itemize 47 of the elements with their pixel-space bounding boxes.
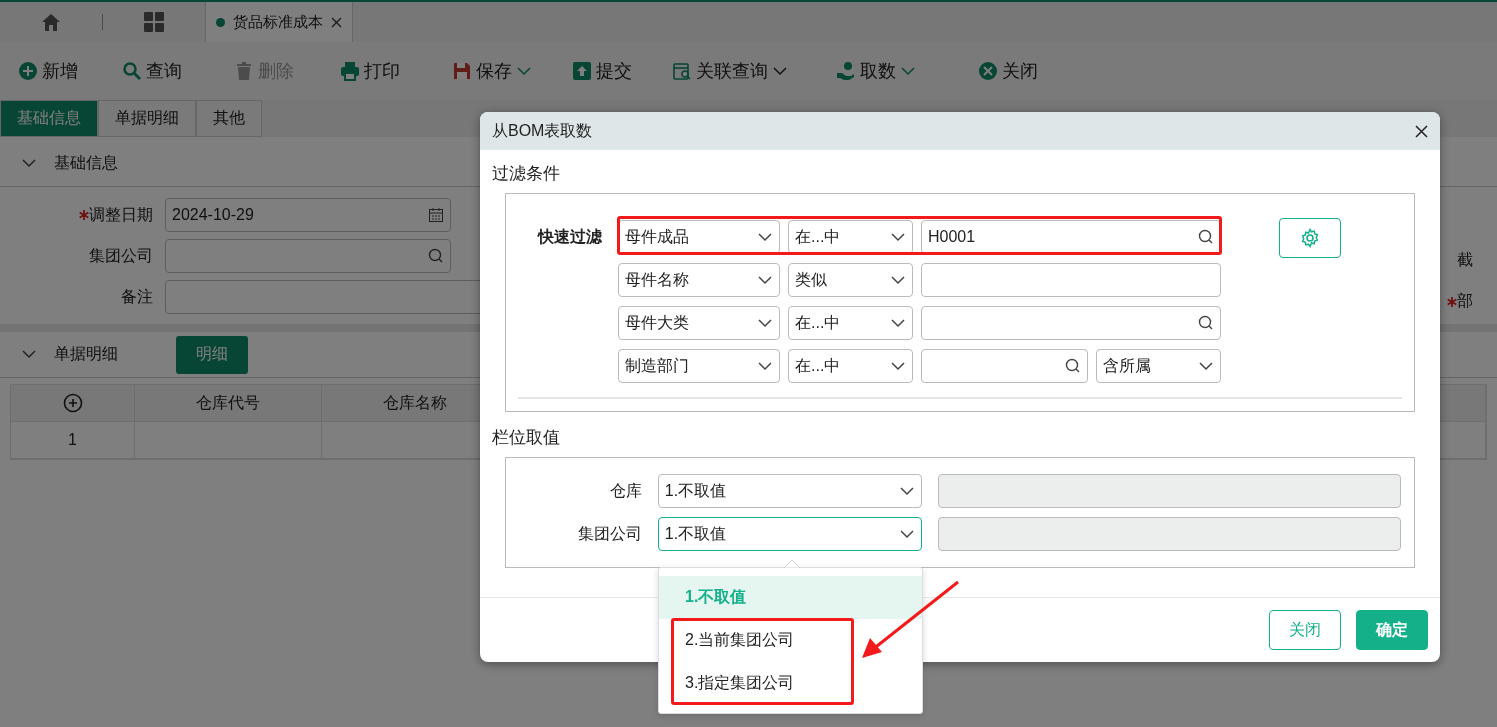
select-field[interactable]: 在...中 (788, 220, 913, 254)
section-title: 栏位取值 (491, 427, 561, 449)
field-label: 集团公司 (88, 245, 153, 266)
menu-item[interactable]: 3.指定集团公司 (659, 662, 922, 705)
field-label: 部 (1447, 291, 1487, 312)
close-button[interactable]: 关闭 (1269, 610, 1341, 650)
date-field[interactable]: 2024-10-29 (165, 198, 451, 232)
select-field[interactable]: 制造部门 (618, 349, 780, 383)
toolbar-button[interactable]: 取数 (836, 59, 916, 83)
toolbar-button[interactable]: 关闭 (978, 59, 1038, 83)
toolbar-button[interactable]: 查询 (122, 59, 182, 83)
column-header: 仓库代号 (135, 385, 322, 421)
toolbar-button[interactable]: 关联查询 (672, 59, 788, 83)
select-field[interactable]: 在...中 (788, 349, 913, 383)
field-label: 仓库 (608, 480, 642, 501)
select-field[interactable]: 类似 (788, 263, 913, 297)
select-field[interactable]: 1.不取值 (657, 474, 922, 508)
tab-label: 货品标准成本 (233, 12, 323, 32)
detail-button[interactable]: 明细 (176, 335, 248, 374)
filter-label: 快速过滤 (536, 226, 603, 247)
select-field[interactable]: 1.不取值 (657, 517, 922, 551)
input-field[interactable]: H0001 (921, 220, 1221, 254)
toolbar-button[interactable]: 保存 (452, 59, 532, 83)
confirm-button[interactable]: 确定 (1356, 610, 1428, 650)
field-label: 调整日期 (0, 204, 153, 226)
section-title: 单据明细 (54, 344, 119, 364)
toolbar-button[interactable]: 新增 (18, 59, 78, 83)
field-label: 截 (1457, 250, 1474, 270)
field-label: 集团公司 (576, 523, 642, 544)
field-label: 备注 (120, 286, 153, 307)
menu-item[interactable]: 2.当前集团公司 (659, 619, 922, 662)
select-field[interactable]: 在...中 (788, 306, 913, 340)
form-tab[interactable]: 基础信息 (0, 100, 98, 137)
select-field[interactable]: 母件大类 (618, 306, 780, 340)
form-tab[interactable]: 单据明细 (98, 100, 196, 137)
toolbar-button[interactable]: 提交 (572, 59, 632, 83)
select-field[interactable]: 母件成品 (618, 220, 780, 254)
section-title: 基础信息 (54, 153, 119, 173)
form-tab[interactable]: 其他 (196, 100, 262, 137)
row-number: 1 (11, 422, 135, 458)
section-title: 过滤条件 (491, 163, 561, 185)
toolbar-button[interactable]: 打印 (340, 59, 400, 83)
dialog-title: 从BOM表取数 (492, 120, 593, 141)
menu-item[interactable]: 1.不取值 (659, 576, 922, 619)
select-field[interactable]: 含所属 (1096, 349, 1221, 383)
select-field[interactable]: 母件名称 (618, 263, 780, 297)
page-tab[interactable]: 货品标准成本 (205, 2, 353, 42)
